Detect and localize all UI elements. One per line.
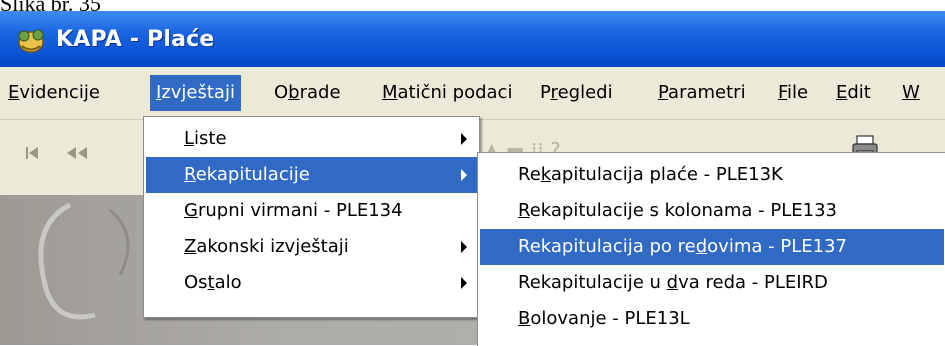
menu-item-liste[interactable]: Liste <box>146 121 477 157</box>
menu-item-rekapitulacije[interactable]: Rekapitulacije <box>146 157 477 193</box>
submenu-arrow-icon <box>461 169 467 181</box>
first-record-icon[interactable] <box>22 142 46 164</box>
menu-edit[interactable]: Edit <box>830 75 877 111</box>
menu-item-rekap-dva-reda[interactable]: Rekapitulacije u dva reda - PLEIRD <box>480 265 944 301</box>
menu-pregledi[interactable]: Pregledi <box>534 75 619 111</box>
menu-item-rekap-kolonama[interactable]: Rekapitulacije s kolonama - PLE133 <box>480 193 944 229</box>
menu-item-zakonski-izvjestaji[interactable]: Zakonski izvještaji <box>146 229 477 265</box>
menu-maticni-podaci[interactable]: Matični podaci <box>376 75 518 111</box>
menu-file[interactable]: File <box>772 75 814 111</box>
menu-item-rekap-redovima[interactable]: Rekapitulacija po redovima - PLE137 <box>480 229 944 265</box>
menu-window[interactable]: W <box>896 75 926 111</box>
submenu-arrow-icon <box>461 133 467 145</box>
menu-obrade[interactable]: Obrade <box>268 75 347 111</box>
kapa-app-icon <box>18 29 44 53</box>
menu-item-rekap-place[interactable]: Rekapitulacija plaće - PLE13K <box>480 157 944 193</box>
menu-parametri[interactable]: Parametri <box>652 75 752 111</box>
menu-evidencije[interactable]: Evidencije <box>2 75 106 111</box>
izvjestaji-dropdown: Liste Rekapitulacije Grupni virmani - PL… <box>143 116 480 318</box>
title-bar: KAPA - Plaće <box>0 11 945 67</box>
figure-caption: Slika br. 35 <box>0 0 101 16</box>
menu-bar: Evidencije Izvještaji Obrade Matični pod… <box>0 67 945 120</box>
submenu-arrow-icon <box>461 241 467 253</box>
menu-item-ostalo[interactable]: Ostalo <box>146 265 477 301</box>
rekapitulacije-submenu: Rekapitulacija plaće - PLE13K Rekapitula… <box>477 152 945 346</box>
window-title: KAPA - Plaće <box>56 26 215 52</box>
menu-item-bolovanje[interactable]: Bolovanje - PLE13L <box>480 301 944 337</box>
submenu-arrow-icon <box>461 277 467 289</box>
previous-record-icon[interactable] <box>62 142 92 164</box>
menu-item-grupni-virmani[interactable]: Grupni virmani - PLE134 <box>146 193 477 229</box>
menu-izvjestaji[interactable]: Izvještaji <box>150 75 241 111</box>
